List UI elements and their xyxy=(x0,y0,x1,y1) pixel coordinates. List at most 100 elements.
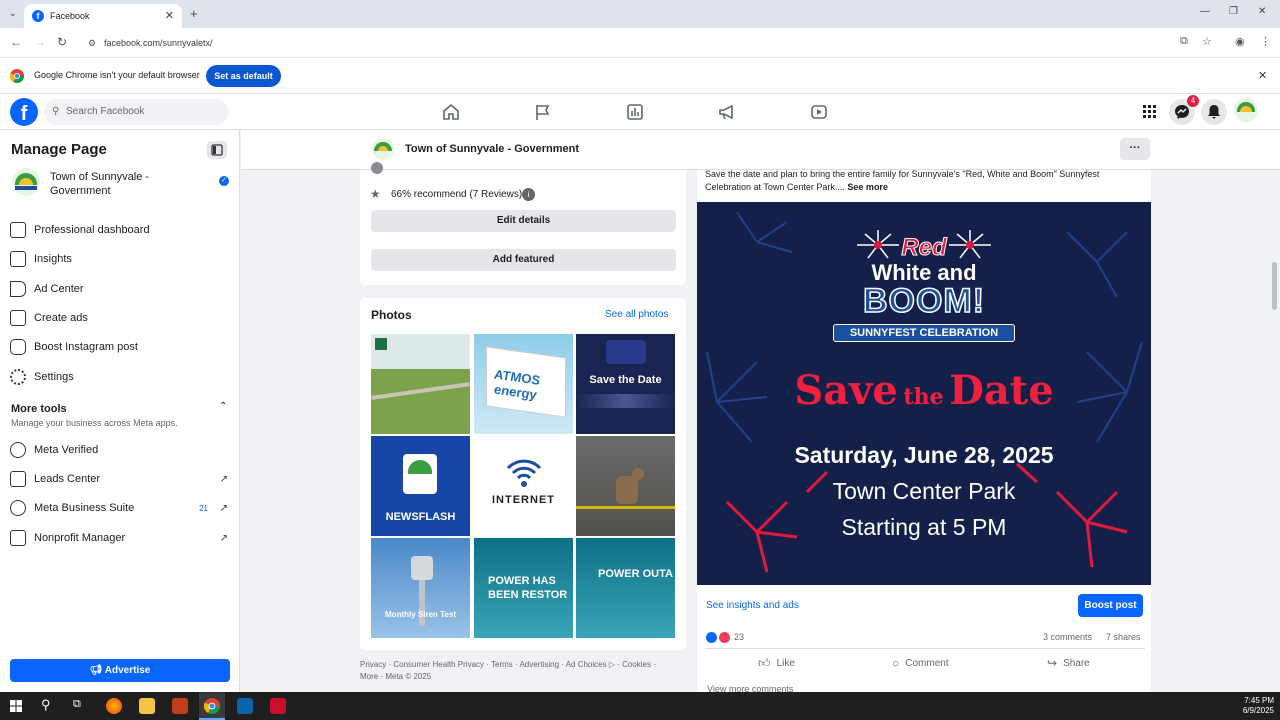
page-name[interactable]: Town of Sunnyvale - Government xyxy=(50,170,200,198)
address-bar[interactable]: ⚙ facebook.com/sunnyvaletx/ xyxy=(82,32,1222,54)
tab-close-icon[interactable]: ✕ xyxy=(165,9,174,22)
the-word: the xyxy=(903,384,944,410)
sidebar-item-professional-dashboard[interactable]: Professional dashboard xyxy=(10,219,230,241)
see-all-photos-link[interactable]: See all photos xyxy=(605,309,668,320)
photo-tile[interactable]: Monthly Siren Test xyxy=(371,538,470,638)
photo-tile[interactable]: POWER HAS BEEN RESTOR xyxy=(474,538,573,638)
megaphone-icon xyxy=(10,281,26,297)
site-info-icon[interactable]: ⚙ xyxy=(88,32,96,54)
home-icon[interactable] xyxy=(442,103,460,121)
file-explorer-icon[interactable] xyxy=(139,698,155,714)
external-link-icon: ↗ xyxy=(219,532,228,544)
outlook-icon[interactable] xyxy=(237,698,253,714)
page-header-name[interactable]: Town of Sunnyvale - Government xyxy=(405,143,579,155)
notifications-button[interactable] xyxy=(1201,99,1227,125)
set-default-button[interactable]: Set as default xyxy=(206,65,281,87)
share-count[interactable]: 7 shares xyxy=(1106,632,1141,642)
forward-icon[interactable]: → xyxy=(34,35,46,49)
taskbar-search-icon[interactable]: ⚲ xyxy=(41,697,51,713)
tool-meta-business-suite[interactable]: Meta Business Suite 21 ↗ xyxy=(10,497,230,519)
sidebar-item-settings[interactable]: Settings xyxy=(10,366,230,388)
facebook-logo-icon[interactable]: f xyxy=(10,98,38,126)
share-button[interactable]: ↪ Share xyxy=(1047,656,1090,670)
sidebar-item-create-ads[interactable]: Create ads xyxy=(10,307,230,329)
bookmark-star-icon[interactable]: ☆ xyxy=(1202,35,1212,48)
photo-tile[interactable] xyxy=(576,436,675,536)
tool-label: Nonprofit Manager xyxy=(34,532,126,544)
window-close-icon[interactable]: ✕ xyxy=(1258,6,1266,17)
page-logo-icon xyxy=(375,338,387,350)
ads-megaphone-icon[interactable] xyxy=(718,103,736,121)
page-avatar-small[interactable] xyxy=(372,138,394,160)
video-icon[interactable] xyxy=(810,103,828,121)
business-suite-icon xyxy=(10,500,26,516)
boost-post-button[interactable]: Boost post xyxy=(1078,594,1143,617)
flag-icon[interactable] xyxy=(534,103,552,121)
apps-grid-icon[interactable] xyxy=(1143,105,1157,119)
see-insights-link[interactable]: See insights and ads xyxy=(706,600,799,611)
like-button[interactable]: 👍︎ Like xyxy=(758,656,795,671)
restore-icon[interactable]: ❐ xyxy=(1229,6,1238,17)
page-header-bar: Town of Sunnyvale - Government ··· xyxy=(241,130,1280,170)
page-scrollbar[interactable] xyxy=(1272,262,1277,310)
photo-tile[interactable] xyxy=(371,334,470,434)
photos-title: Photos xyxy=(371,308,412,322)
chrome-taskbar-button[interactable] xyxy=(199,692,225,720)
account-avatar[interactable] xyxy=(1234,98,1258,122)
sidebar-item-label: Insights xyxy=(34,253,72,265)
browser-tab-facebook[interactable]: f Facebook ✕ xyxy=(24,4,182,28)
clock-date: 6/9/2025 xyxy=(1242,706,1274,715)
collapse-sidebar-button[interactable] xyxy=(207,141,227,159)
new-tab-icon[interactable]: + xyxy=(190,6,198,21)
advertise-button[interactable]: 📢︎ Advertise xyxy=(10,659,230,682)
post-image[interactable]: Red White and BOOM! SUNNYFEST CELEBRATIO… xyxy=(697,202,1151,585)
sidebar-item-insights[interactable]: Insights xyxy=(10,248,230,270)
page-more-button[interactable]: ··· xyxy=(1120,138,1150,160)
photo-tile[interactable]: ATMOS energy xyxy=(474,334,573,434)
see-more-link[interactable]: See more xyxy=(847,182,888,192)
profile-icon[interactable]: ◉ xyxy=(1235,35,1245,48)
firefox-icon[interactable] xyxy=(106,698,122,714)
reaction-count[interactable]: 23 xyxy=(734,632,744,642)
footer-copyright[interactable]: More · Meta © 2025 xyxy=(360,672,431,681)
comment-label: Comment xyxy=(905,657,949,669)
event-location-text: Town Center Park xyxy=(832,478,1016,504)
photo-caption: POWER OUTA xyxy=(598,568,673,580)
photo-tile[interactable]: Save the Date xyxy=(576,334,675,434)
install-app-icon[interactable]: ⧉ xyxy=(1180,35,1188,48)
share-arrow-icon: ↪ xyxy=(1047,656,1058,670)
page-avatar[interactable] xyxy=(12,168,40,196)
comment-button[interactable]: ○ Comment xyxy=(892,656,949,670)
photo-tile[interactable]: NEWSFLASH xyxy=(371,436,470,536)
reload-icon[interactable]: ↻ xyxy=(57,35,67,49)
taskbar-clock[interactable]: 7:45 PM 6/9/2025 xyxy=(1236,696,1274,716)
more-dots-icon: ··· xyxy=(1129,142,1141,154)
tool-leads-center[interactable]: Leads Center ↗ xyxy=(10,468,230,490)
banner-close-icon[interactable]: ✕ xyxy=(1258,69,1267,82)
collapse-chevron-up-icon[interactable]: ⌃ xyxy=(219,401,227,412)
comment-count[interactable]: 3 comments xyxy=(1043,632,1092,642)
powerpoint-icon[interactable] xyxy=(172,698,188,714)
minimize-icon[interactable]: — xyxy=(1200,6,1210,17)
info-icon[interactable]: i xyxy=(522,188,535,201)
tab-search-chevron-icon[interactable]: ⌄ xyxy=(9,8,17,19)
photo-tile[interactable]: POWER OUTA xyxy=(576,538,675,638)
tool-meta-verified[interactable]: Meta Verified xyxy=(10,439,230,461)
footer-links[interactable]: Privacy · Consumer Health Privacy · Term… xyxy=(360,660,656,669)
recommend-text[interactable]: 66% recommend (7 Reviews) xyxy=(391,189,522,200)
facebook-search-input[interactable]: ⚲ Search Facebook xyxy=(44,99,228,125)
task-view-icon[interactable]: ⧉ xyxy=(73,698,81,711)
sidebar-item-ad-center[interactable]: Ad Center xyxy=(10,278,230,300)
insights-tab-icon[interactable] xyxy=(626,103,644,121)
add-featured-button[interactable]: Add featured xyxy=(371,249,676,271)
acrobat-icon[interactable] xyxy=(270,698,286,714)
sidebar-item-boost-instagram[interactable]: Boost Instagram post xyxy=(10,336,230,358)
photo-tile[interactable]: INTERNET xyxy=(474,436,573,536)
chrome-menu-icon[interactable]: ⋮ xyxy=(1260,35,1271,48)
windows-start-icon[interactable] xyxy=(10,700,22,712)
edit-details-button[interactable]: Edit details xyxy=(371,210,676,232)
tool-nonprofit-manager[interactable]: Nonprofit Manager ↗ xyxy=(10,527,230,549)
browser-tab-strip: ⌄ f Facebook ✕ + — ❐ ✕ xyxy=(0,0,1280,28)
instagram-icon xyxy=(10,339,26,355)
back-icon[interactable]: ← xyxy=(10,35,22,49)
